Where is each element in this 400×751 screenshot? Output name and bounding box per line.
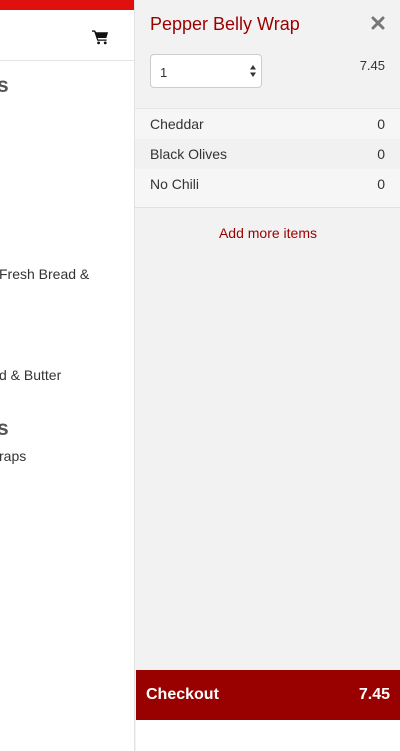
cart-item-price: 7.45 — [359, 58, 385, 73]
menu-item-description: raps — [0, 448, 27, 464]
cart-item-title: Pepper Belly Wrap — [150, 14, 300, 34]
modifier-row[interactable]: Cheddar 0 — [135, 109, 400, 139]
modifier-list: Cheddar 0 Black Olives 0 No Chili 0 — [135, 108, 400, 208]
close-icon[interactable] — [371, 16, 385, 30]
menu-section-heading: s — [0, 417, 9, 440]
quantity-value: 1 — [160, 65, 168, 80]
modifier-count: 0 — [377, 146, 385, 162]
checkout-button[interactable]: Checkout 7.45 — [136, 670, 400, 720]
modifier-row[interactable]: Black Olives 0 — [135, 139, 400, 169]
background-page: s Fresh Bread & d & Butter s raps — [0, 0, 134, 751]
page-header — [0, 10, 134, 61]
checkout-label: Checkout — [146, 686, 219, 703]
checkout-total: 7.45 — [358, 686, 390, 703]
modifier-count: 0 — [377, 176, 385, 192]
menu-item-description: Fresh Bread & — [0, 266, 90, 282]
top-accent-bar — [0, 0, 134, 10]
panel-footer — [136, 720, 400, 751]
quantity-select[interactable]: 1 — [150, 54, 262, 88]
menu-item-description: d & Butter — [0, 367, 62, 383]
cart-panel: Pepper Belly Wrap 1 7.45 Cheddar 0 Black… — [134, 0, 400, 751]
menu-section-heading: s — [0, 74, 9, 97]
cart-icon[interactable] — [92, 29, 109, 45]
modifier-name: Cheddar — [150, 116, 204, 132]
modifier-name: No Chili — [150, 176, 200, 192]
modifier-row[interactable]: No Chili 0 — [135, 169, 400, 199]
modifier-name: Black Olives — [150, 146, 228, 162]
select-arrows-icon — [250, 65, 256, 77]
modifier-count: 0 — [377, 116, 385, 132]
add-more-items-link[interactable]: Add more items — [135, 225, 400, 241]
